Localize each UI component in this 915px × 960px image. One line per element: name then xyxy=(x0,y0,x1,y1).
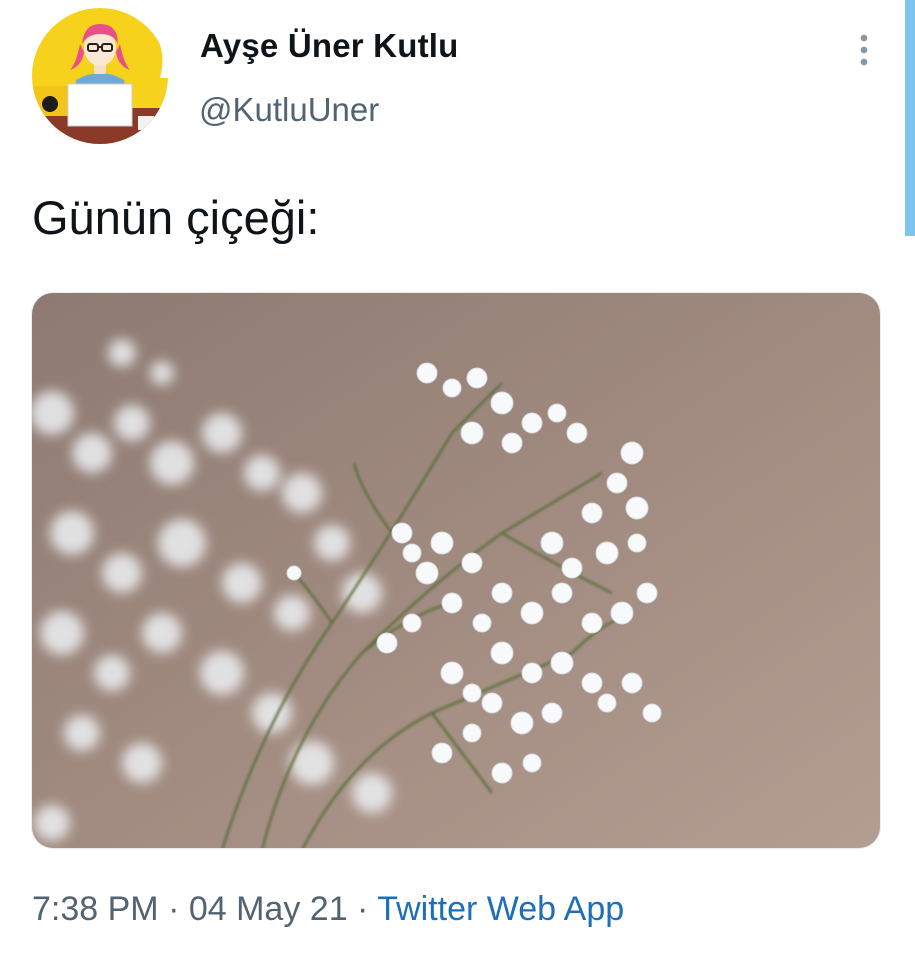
avatar[interactable] xyxy=(32,8,168,144)
scroll-indicator[interactable] xyxy=(905,0,915,236)
more-vertical-icon xyxy=(860,34,868,66)
meta-separator: · xyxy=(158,890,189,928)
tweet-photo[interactable] xyxy=(31,292,881,849)
tweet-text: Günün çiçeği: xyxy=(32,191,320,244)
user-handle[interactable]: @KutluUner xyxy=(199,91,379,129)
tweet-date[interactable]: 04 May 21 xyxy=(189,890,348,928)
flower-photo xyxy=(32,293,880,848)
tweet-meta: 7:38 PM · 04 May 21 · Twitter Web App xyxy=(32,890,624,929)
more-options-button[interactable] xyxy=(848,30,880,70)
display-name[interactable]: Ayşe Üner Kutlu xyxy=(200,27,459,65)
tweet-time[interactable]: 7:38 PM xyxy=(32,890,159,928)
avatar-illustration xyxy=(32,8,168,144)
meta-separator: · xyxy=(347,890,378,928)
tweet-source-link[interactable]: Twitter Web App xyxy=(377,890,624,928)
